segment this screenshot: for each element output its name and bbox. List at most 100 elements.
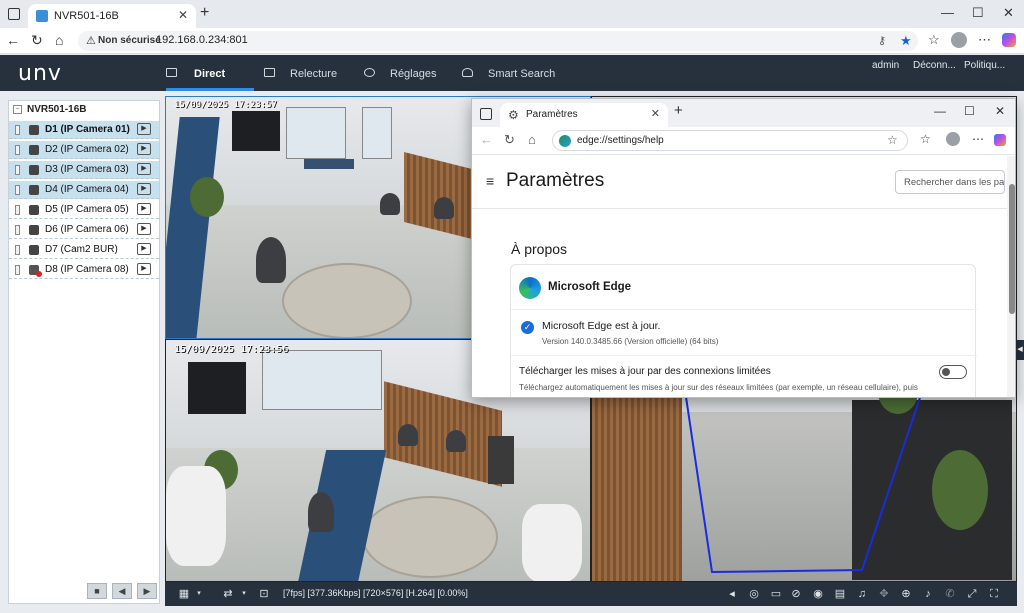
- zoom-icon[interactable]: ⊕: [899, 587, 913, 601]
- tab-actions-icon[interactable]: [8, 8, 20, 20]
- popup-home-icon[interactable]: ⌂: [528, 132, 536, 147]
- camera-snapshot-icon[interactable]: ◉: [811, 587, 825, 601]
- popup-refresh-icon[interactable]: ↻: [504, 132, 515, 148]
- camera-label[interactable]: D3 (IP Camera 03): [45, 164, 129, 175]
- disable-audio-icon[interactable]: ⊘: [789, 587, 803, 601]
- camera-tree-item[interactable]: D3 (IP Camera 03) ▶: [9, 161, 159, 179]
- snapshot-multi-icon[interactable]: ◎: [747, 587, 761, 601]
- camera-tree-item[interactable]: D4 (IP Camera 04) ▶: [9, 181, 159, 199]
- ptz-icon[interactable]: ✥: [877, 587, 891, 601]
- popup-new-tab-button[interactable]: +: [674, 102, 683, 119]
- popup-favorites-icon[interactable]: ☆: [920, 132, 931, 146]
- next-button[interactable]: ▶: [137, 583, 157, 599]
- maximize-icon[interactable]: ☐: [972, 5, 984, 21]
- camera-tree-item[interactable]: D8 (IP Camera 08) ▶: [9, 261, 159, 279]
- tab-reglages[interactable]: Réglages: [364, 55, 444, 91]
- camera-tree-item[interactable]: D5 (IP Camera 05) ▶: [9, 201, 159, 219]
- prev-button[interactable]: ◀: [112, 583, 132, 599]
- talk-icon[interactable]: ✆: [943, 587, 957, 601]
- close-window-icon[interactable]: ✕: [1003, 5, 1014, 21]
- popup-url[interactable]: edge://settings/help: [577, 135, 664, 146]
- popup-tab-close-icon[interactable]: ✕: [651, 107, 660, 120]
- stop-button[interactable]: ■: [87, 583, 107, 599]
- camera-tree-item[interactable]: D6 (IP Camera 06) ▶: [9, 221, 159, 239]
- camera-playback-icon[interactable]: ▶: [137, 223, 151, 235]
- tab-close-icon[interactable]: ✕: [178, 8, 188, 22]
- camera-playback-icon[interactable]: ▶: [137, 123, 151, 135]
- popup-close-icon[interactable]: ✕: [995, 104, 1005, 118]
- collapse-right-icon[interactable]: ◀: [1016, 340, 1024, 360]
- more-menu-icon[interactable]: ⋯: [978, 32, 991, 48]
- popup-tab-actions-icon[interactable]: [480, 108, 492, 120]
- camera-icon: [29, 225, 39, 235]
- minimize-icon[interactable]: —: [941, 5, 954, 20]
- home-icon[interactable]: ⌂: [55, 32, 63, 48]
- camera-label[interactable]: D7 (Cam2 BUR): [45, 244, 118, 255]
- copilot-icon[interactable]: [1002, 33, 1016, 47]
- camera-playback-icon[interactable]: ▶: [137, 263, 151, 275]
- favorites-icon[interactable]: ☆: [928, 32, 940, 48]
- favorite-star-icon[interactable]: ★: [900, 33, 912, 49]
- insecure-label[interactable]: Non sécurisé: [98, 35, 161, 46]
- address-bar[interactable]: ⚠ Non sécurisé 192.168.0.234:801 ⚷ ★: [78, 31, 918, 51]
- popup-scroll-thumb[interactable]: [1009, 184, 1015, 314]
- layout-dropdown-icon[interactable]: ▾: [192, 587, 206, 601]
- browser-tab[interactable]: NVR501-16B ✕: [28, 4, 196, 28]
- tab-relecture[interactable]: Relecture: [264, 55, 344, 91]
- clip-icon[interactable]: ▤: [833, 587, 847, 601]
- broadcast-icon[interactable]: ◂: [725, 587, 739, 601]
- popup-tab[interactable]: ⚙ Paramètres ✕: [500, 103, 668, 127]
- warning-icon[interactable]: ⚠: [86, 34, 96, 47]
- address-url[interactable]: 192.168.0.234:801: [156, 34, 248, 46]
- popup-maximize-icon[interactable]: ☐: [964, 104, 975, 118]
- camera-playback-icon[interactable]: ▶: [137, 183, 151, 195]
- user-name[interactable]: admin: [872, 60, 899, 71]
- camera-playback-icon[interactable]: ▶: [137, 163, 151, 175]
- stream-select-icon[interactable]: ⇄: [217, 587, 239, 601]
- camera-label[interactable]: D8 (IP Camera 08): [45, 264, 129, 275]
- headphone-icon[interactable]: ♫: [855, 587, 869, 601]
- tab-direct[interactable]: Direct: [166, 55, 254, 91]
- popup-scrollbar[interactable]: [1007, 156, 1015, 397]
- settings-search-input[interactable]: Rechercher dans les par: [895, 170, 1005, 194]
- profile-avatar[interactable]: [951, 32, 967, 48]
- camera-label[interactable]: D1 (IP Camera 01): [45, 124, 130, 135]
- refresh-icon[interactable]: ↻: [31, 32, 43, 49]
- expand-icon[interactable]: ⛶: [987, 587, 1001, 601]
- camera-label[interactable]: D5 (IP Camera 05): [45, 204, 129, 215]
- lock-icon[interactable]: ⊡: [257, 587, 271, 601]
- camera-icon: [29, 165, 39, 175]
- camera-tree-item[interactable]: D1 (IP Camera 01) ▶: [9, 121, 159, 139]
- volume-icon[interactable]: ♪: [921, 587, 935, 601]
- tab-smart-search[interactable]: Smart Search: [462, 55, 562, 91]
- fullscreen-icon[interactable]: ⤢: [965, 587, 979, 601]
- popup-profile-avatar[interactable]: [946, 132, 960, 146]
- layout-grid-icon[interactable]: ▦: [177, 587, 191, 601]
- popup-copilot-icon[interactable]: [994, 134, 1006, 146]
- stream-dropdown-icon[interactable]: ▾: [237, 587, 251, 601]
- logout-link[interactable]: Déconn...: [913, 60, 956, 71]
- popup-more-icon[interactable]: ⋯: [972, 132, 984, 146]
- popup-address-bar[interactable]: edge://settings/help ☆: [552, 130, 908, 151]
- metered-download-toggle[interactable]: [939, 365, 967, 379]
- camera-playback-icon[interactable]: ▶: [137, 203, 151, 215]
- popup-back-icon[interactable]: ←: [480, 132, 493, 147]
- menu-hamburger-icon[interactable]: ≡: [486, 173, 494, 189]
- collapse-icon[interactable]: −: [13, 105, 22, 114]
- camera-label[interactable]: D4 (IP Camera 04): [45, 184, 129, 195]
- camera-tree-item[interactable]: D7 (Cam2 BUR) ▶: [9, 241, 159, 259]
- camera-playback-icon[interactable]: ▶: [137, 243, 151, 255]
- key-icon[interactable]: ⚷: [878, 34, 886, 47]
- popup-minimize-icon[interactable]: —: [934, 104, 946, 118]
- record-icon[interactable]: ▭: [769, 587, 783, 601]
- new-tab-button[interactable]: +: [200, 4, 209, 22]
- popup-favorite-icon[interactable]: ☆: [887, 133, 898, 147]
- camera-label[interactable]: D2 (IP Camera 02): [45, 144, 129, 155]
- back-icon[interactable]: ←: [6, 32, 20, 48]
- policy-link[interactable]: Politiqu...: [964, 60, 1005, 71]
- camera-playback-icon[interactable]: ▶: [137, 143, 151, 155]
- device-name[interactable]: NVR501-16B: [27, 104, 86, 115]
- camera-label[interactable]: D6 (IP Camera 06): [45, 224, 129, 235]
- channel-status-icon: [15, 125, 20, 135]
- camera-tree-item[interactable]: D2 (IP Camera 02) ▶: [9, 141, 159, 159]
